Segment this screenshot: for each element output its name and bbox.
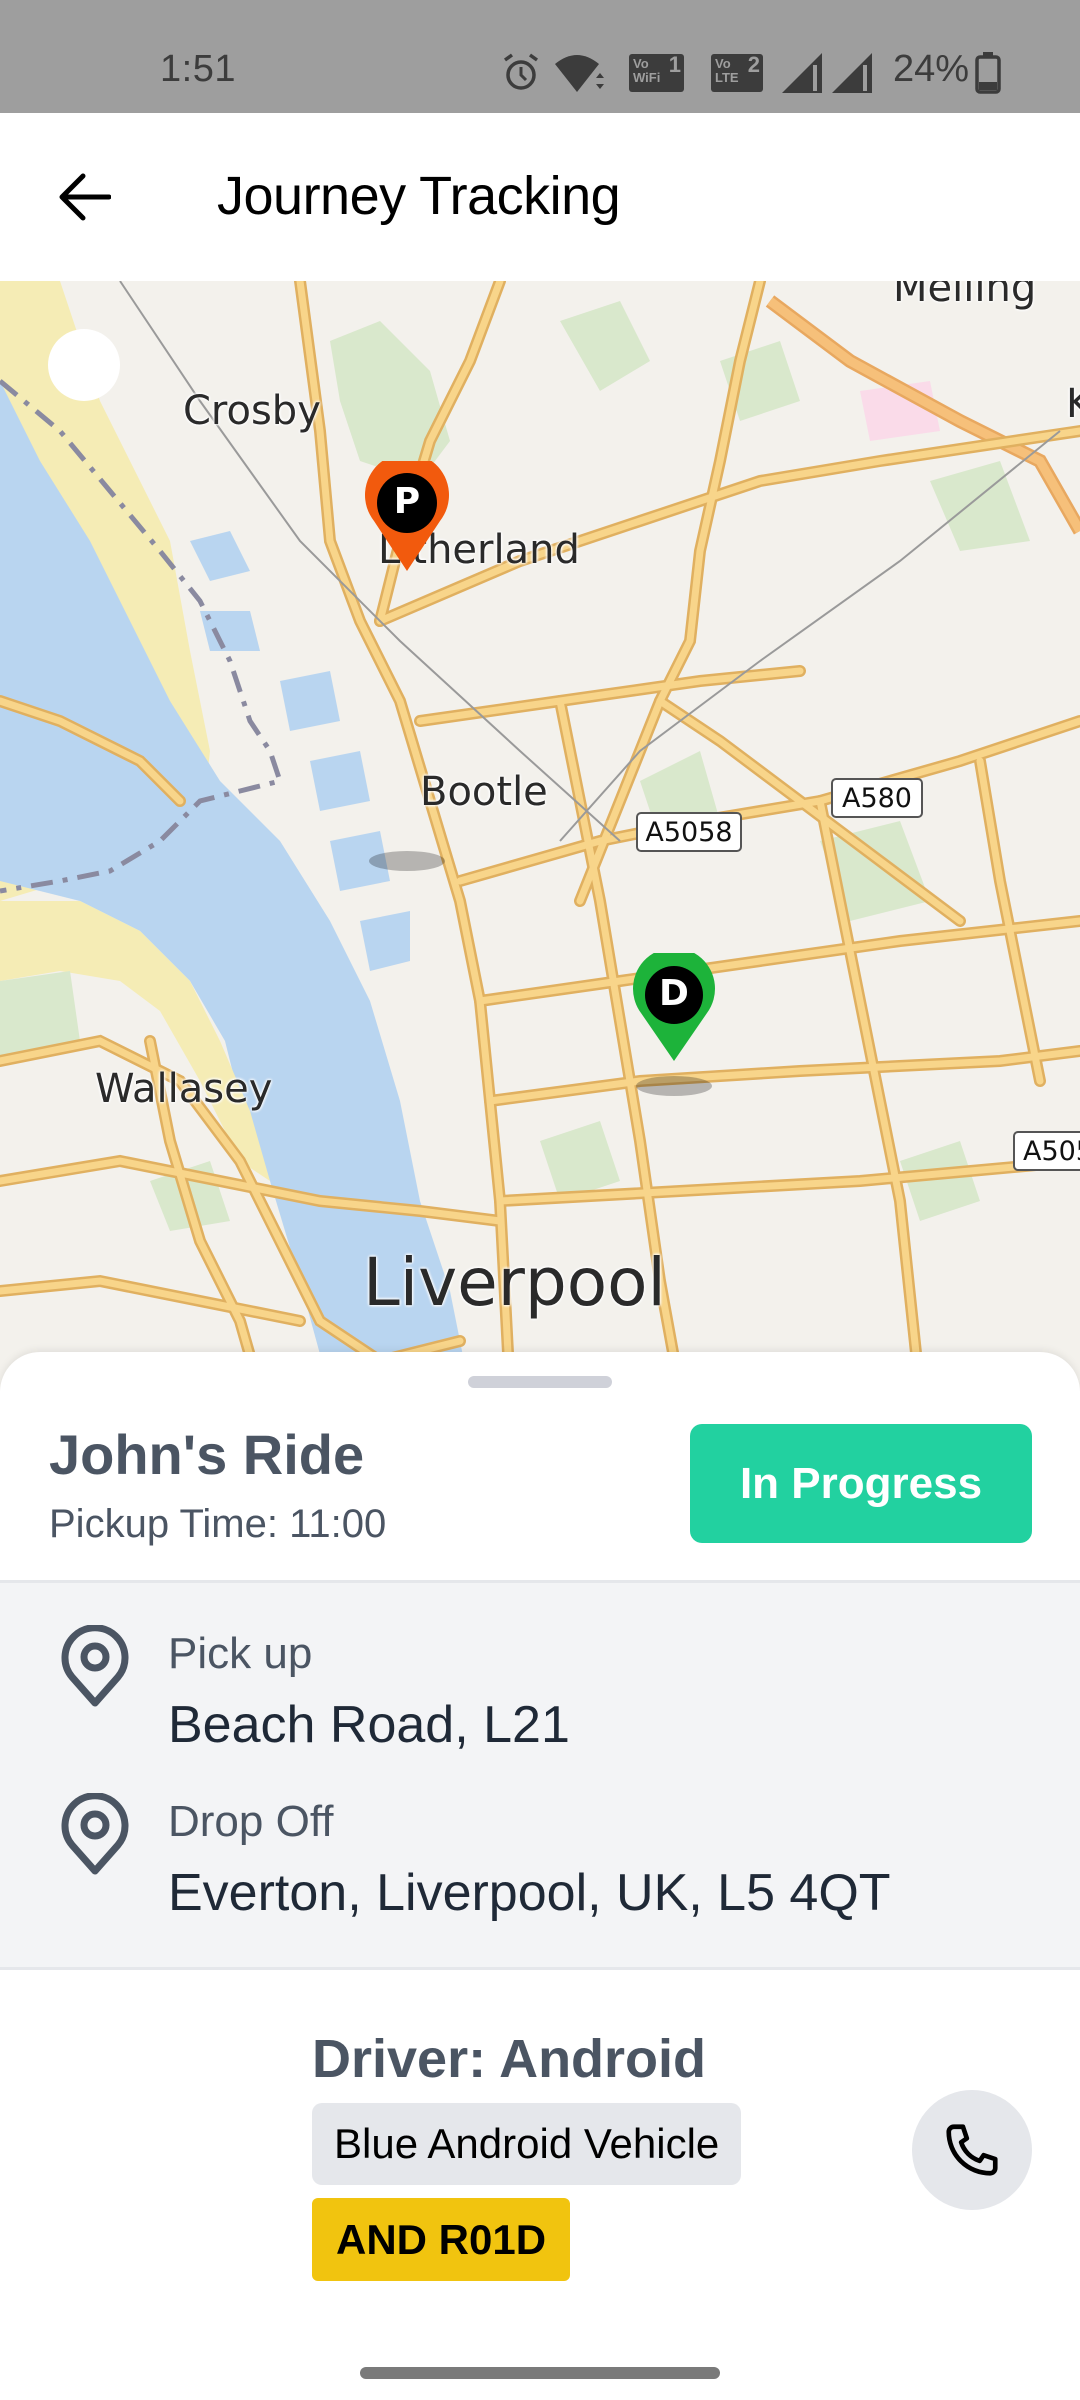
map-label-liverpool: Liverpool [363, 1244, 666, 1321]
ride-title: John's Ride [49, 1423, 365, 1486]
pickup-address: Beach Road, L21 [168, 1696, 570, 1754]
dropoff-marker-letter: D [659, 973, 689, 1014]
my-location-button[interactable] [48, 329, 120, 401]
dropoff-marker[interactable]: D [629, 947, 719, 1073]
call-driver-button[interactable] [912, 2090, 1032, 2210]
license-plate: AND R01D [312, 2198, 571, 2281]
signal-sim1-icon [782, 53, 822, 93]
map-view[interactable]: Crosby Litherland Bootle Wallasey Liverp… [0, 281, 1080, 1391]
pickup-marker[interactable]: P [362, 453, 452, 581]
map-label-bootle: Bootle [420, 769, 548, 815]
location-pin-icon [61, 1625, 129, 1707]
map-label-melling: Melling [893, 281, 1037, 311]
volte-2-icon: Vo LTE 2 [711, 54, 763, 92]
pickup-time: Pickup Time: 11:00 [49, 1502, 387, 1546]
map-label-crosby: Crosby [183, 388, 321, 434]
gesture-home-bar[interactable] [360, 2367, 720, 2379]
phone-icon [946, 2124, 998, 2176]
vowifi-number: 1 [668, 52, 681, 77]
status-time: 1:51 [160, 48, 236, 90]
sheet-drag-handle[interactable] [468, 1376, 612, 1388]
pickup-label: Pick up [168, 1629, 313, 1678]
pickup-marker-shadow [369, 851, 445, 871]
vehicle-description: Blue Android Vehicle [312, 2103, 742, 2185]
wifi-icon [555, 55, 604, 92]
alarm-icon [503, 53, 539, 90]
page-title: Journey Tracking [217, 166, 621, 226]
route-details: Pick up Beach Road, L21 Drop Off Everton… [0, 1580, 1080, 1970]
back-button[interactable] [44, 161, 124, 233]
status-bar: 1:51 Vo WiFi 1 Vo LTE 2 24% [0, 0, 1080, 113]
road-shield-a580: A580 [831, 778, 923, 818]
dropoff-marker-shadow [636, 1076, 712, 1096]
signal-sim2-icon [832, 53, 872, 93]
driver-name: Driver: Android [312, 2029, 707, 2089]
map-label-kirkby: K [1066, 381, 1080, 427]
location-pin-icon [61, 1793, 129, 1875]
vowifi-1-icon: Vo WiFi 1 [629, 54, 684, 92]
road-shield-a505: A505 [1013, 1131, 1080, 1171]
pickup-marker-letter: P [393, 481, 421, 522]
battery-percent: 24% [893, 48, 970, 90]
volte-number: 2 [747, 52, 760, 77]
dropoff-label: Drop Off [168, 1797, 334, 1846]
dropoff-address: Everton, Liverpool, UK, L5 4QT [168, 1864, 891, 1922]
ride-details-sheet: John's Ride Pickup Time: 11:00 In Progre… [0, 1352, 1080, 2400]
pickup-location: Pick up Beach Road, L21 [0, 1583, 1080, 1754]
road-shield-a5058: A5058 [636, 812, 742, 852]
dropoff-location: Drop Off Everton, Liverpool, UK, L5 4QT [0, 1751, 1080, 1922]
ride-status-button[interactable]: In Progress [690, 1424, 1032, 1543]
map-label-wallasey: Wallasey [95, 1066, 273, 1112]
map-tiles [0, 281, 1080, 1391]
arrow-left-icon [59, 173, 111, 221]
battery-icon [975, 52, 1001, 94]
app-bar: Journey Tracking [0, 113, 1080, 281]
